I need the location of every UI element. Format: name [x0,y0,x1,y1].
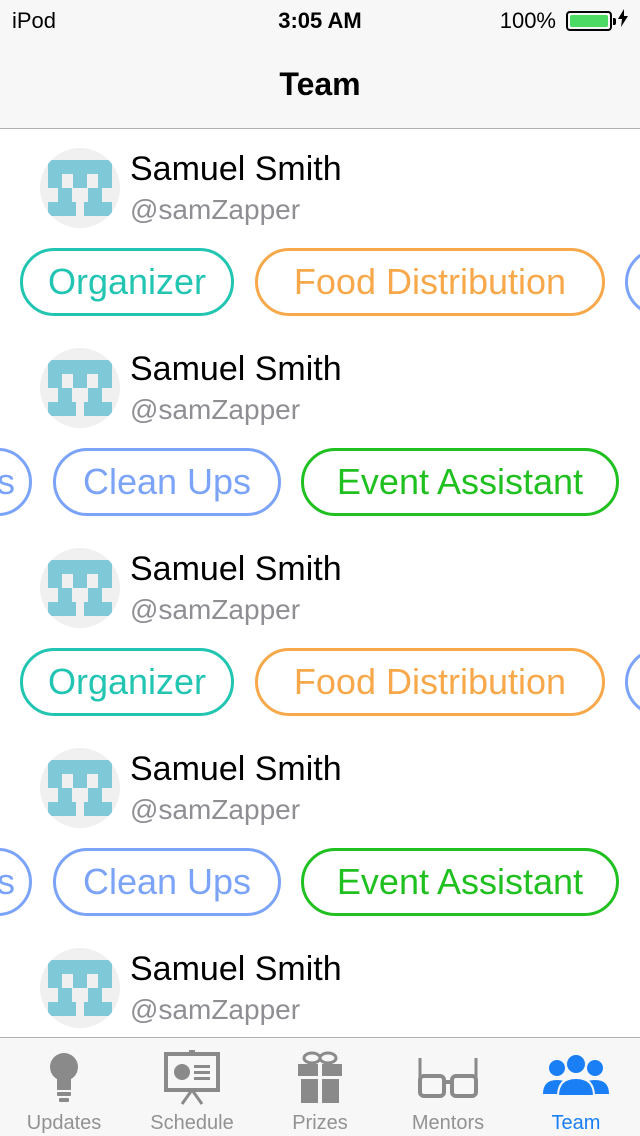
tab-label: Updates [26,1112,102,1134]
battery-icon [566,11,616,31]
member-name: Samuel Smith [130,350,342,388]
member-name: Samuel Smith [130,550,342,588]
glasses-icon [418,1058,478,1098]
team-member-row[interactable]: Samuel Smith @samZapper [0,730,640,830]
tab-mentors[interactable]: Mentors [384,1038,512,1136]
tab-label: Schedule [150,1112,234,1134]
status-bar: iPod 3:05 AM 100% [0,0,640,40]
team-list[interactable]: Samuel Smith @samZapper Organizer Food D… [0,130,640,1036]
member-handle: @samZapper [130,994,301,1025]
lightning-icon [618,9,628,32]
member-handle: @samZapper [130,794,301,825]
presentation-board-icon [164,1050,220,1105]
team-member-row[interactable]: Samuel Smith @samZapper [0,130,640,230]
member-handle: @samZapper [130,194,301,225]
role-tags-row[interactable]: s Clean Ups Event Assistant [0,830,640,930]
tag-event-assistant[interactable]: Event Assistant [301,448,619,516]
role-tags-row[interactable]: s Clean Ups Event Assistant [0,430,640,530]
avatar [40,348,120,428]
avatar [40,148,120,228]
tag-organizer[interactable]: Organizer [20,248,234,316]
tag-partial[interactable]: s [0,448,32,516]
page-title: Team [279,66,361,102]
member-name: Samuel Smith [130,750,342,788]
tag-organizer[interactable]: Organizer [20,648,234,716]
role-tags-row[interactable]: Organizer Food Distribution [0,230,640,330]
gift-icon [298,1051,342,1103]
avatar [40,948,120,1028]
navigation-bar: Team [0,40,640,129]
avatar [40,748,120,828]
tag-event-assistant[interactable]: Event Assistant [301,848,619,916]
tag-clean-ups[interactable] [625,648,640,716]
tab-prizes[interactable]: Prizes [256,1038,384,1136]
tab-team[interactable]: Team [512,1038,640,1136]
avatar [40,548,120,628]
tag-food-distribution[interactable]: Food Distribution [255,248,605,316]
tab-schedule[interactable]: Schedule [128,1038,256,1136]
member-name: Samuel Smith [130,150,342,188]
team-member-row[interactable]: Samuel Smith @samZapper [0,330,640,430]
tab-bar: Updates Schedule Prizes Mentors Team [0,1037,640,1136]
tag-clean-ups[interactable]: Clean Ups [53,848,281,916]
role-tags-row[interactable]: Organizer Food Distribution [0,630,640,730]
tab-label: Prizes [292,1112,348,1134]
battery-percent: 100% [499,8,556,33]
member-name: Samuel Smith [130,950,342,988]
tag-clean-ups[interactable]: Clean Ups [53,448,281,516]
team-member-row[interactable]: Samuel Smith @samZapper [0,930,640,1030]
people-icon [543,1053,609,1097]
tag-clean-ups[interactable] [625,248,640,316]
tab-updates[interactable]: Updates [0,1038,128,1136]
lightbulb-icon [50,1053,78,1102]
tab-label: Team [551,1112,601,1134]
tag-partial[interactable]: s [0,848,32,916]
tab-label: Mentors [411,1112,485,1134]
member-handle: @samZapper [130,594,301,625]
member-handle: @samZapper [130,394,301,425]
team-member-row[interactable]: Samuel Smith @samZapper [0,530,640,630]
tag-food-distribution[interactable]: Food Distribution [255,648,605,716]
